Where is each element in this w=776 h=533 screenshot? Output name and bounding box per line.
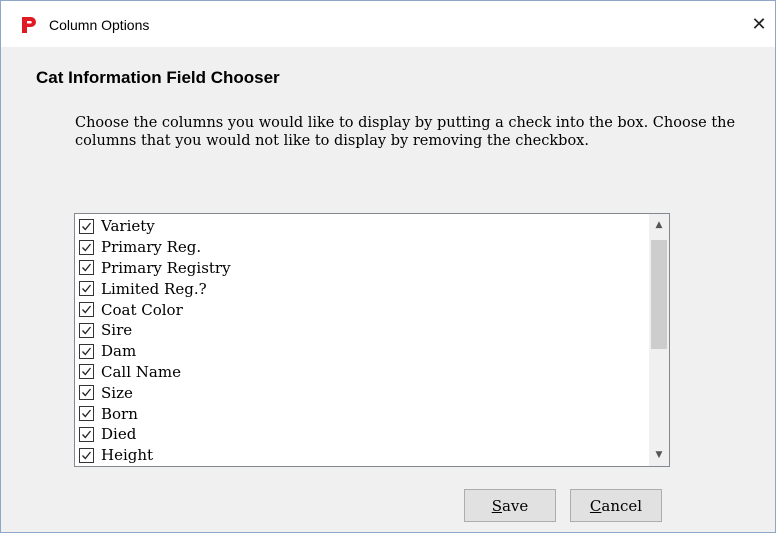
checkbox[interactable] bbox=[79, 426, 94, 442]
field-label: Variety bbox=[101, 217, 155, 236]
field-item[interactable]: Limited Reg.? bbox=[79, 278, 639, 299]
check-icon bbox=[82, 451, 92, 460]
field-item[interactable]: Coat Color bbox=[79, 299, 639, 320]
checkbox[interactable] bbox=[79, 343, 94, 359]
check-icon bbox=[82, 305, 92, 314]
scroll-up-button[interactable]: ▲ bbox=[649, 216, 669, 234]
check-icon bbox=[82, 368, 92, 376]
checkbox[interactable] bbox=[79, 364, 94, 380]
field-label: Height bbox=[101, 446, 154, 465]
cancel-mnemonic: C bbox=[589, 497, 602, 515]
checkbox[interactable] bbox=[79, 302, 94, 318]
column-options-dialog: Column Options ✕ Cat Information Field C… bbox=[0, 0, 776, 533]
save-mnemonic: S bbox=[491, 497, 502, 515]
checkbox[interactable] bbox=[79, 406, 94, 422]
window-title: Column Options bbox=[49, 17, 150, 33]
field-item[interactable]: Size bbox=[79, 382, 639, 403]
instructions-text: Choose the columns you would like to dis… bbox=[75, 115, 736, 149]
checkbox[interactable] bbox=[79, 322, 94, 338]
field-item[interactable]: Primary Reg. bbox=[79, 237, 639, 258]
checkbox[interactable] bbox=[79, 281, 94, 297]
field-item[interactable]: Primary Registry bbox=[79, 258, 639, 279]
vertical-scrollbar[interactable]: ▲ ▼ bbox=[649, 214, 669, 466]
field-checklist[interactable]: Variety Primary Reg. Primary Registry Limit… bbox=[74, 213, 670, 467]
field-item[interactable]: Sire bbox=[79, 320, 639, 341]
check-icon bbox=[82, 388, 92, 397]
field-item[interactable]: Dam bbox=[79, 341, 639, 362]
field-label: Call Name bbox=[101, 362, 181, 381]
field-item[interactable]: Height bbox=[79, 445, 639, 466]
field-label: Died bbox=[101, 425, 137, 444]
cancel-label-rest: ancel bbox=[601, 497, 643, 515]
field-item[interactable]: Variety bbox=[79, 216, 639, 237]
field-label: Limited Reg.? bbox=[101, 279, 207, 298]
field-label: Size bbox=[101, 383, 133, 402]
dialog-heading: Cat Information Field Chooser bbox=[36, 68, 280, 87]
close-button[interactable]: ✕ bbox=[743, 9, 775, 41]
check-icon bbox=[82, 326, 92, 335]
save-button[interactable]: Save bbox=[464, 489, 556, 522]
check-icon bbox=[82, 430, 92, 439]
check-icon bbox=[82, 264, 92, 272]
checkbox[interactable] bbox=[79, 218, 94, 234]
field-item[interactable]: Died bbox=[79, 424, 639, 445]
scroll-down-button[interactable]: ▼ bbox=[649, 446, 669, 464]
scroll-thumb[interactable] bbox=[651, 240, 667, 349]
checkbox[interactable] bbox=[79, 385, 94, 401]
field-label: Sire bbox=[101, 321, 133, 340]
field-list: Variety Primary Reg. Primary Registry Limit… bbox=[79, 216, 639, 466]
field-label: Dam bbox=[101, 342, 137, 361]
cancel-button[interactable]: Cancel bbox=[570, 489, 662, 522]
check-icon bbox=[82, 222, 92, 231]
title-bar: Column Options ✕ bbox=[1, 1, 775, 47]
check-icon bbox=[82, 409, 92, 418]
check-icon bbox=[82, 347, 92, 356]
save-label-rest: ave bbox=[501, 497, 529, 515]
check-icon bbox=[82, 243, 92, 252]
field-item[interactable]: Born bbox=[79, 403, 639, 424]
check-icon bbox=[82, 284, 92, 293]
field-item[interactable]: Call Name bbox=[79, 362, 639, 383]
field-label: Primary Reg. bbox=[101, 238, 202, 257]
checkbox[interactable] bbox=[79, 260, 94, 276]
app-logo-icon bbox=[21, 16, 37, 34]
checkbox[interactable] bbox=[79, 447, 94, 463]
field-label: Born bbox=[101, 404, 138, 423]
field-label: Primary Registry bbox=[101, 258, 231, 277]
field-label: Coat Color bbox=[101, 300, 183, 319]
checkbox[interactable] bbox=[79, 239, 94, 255]
